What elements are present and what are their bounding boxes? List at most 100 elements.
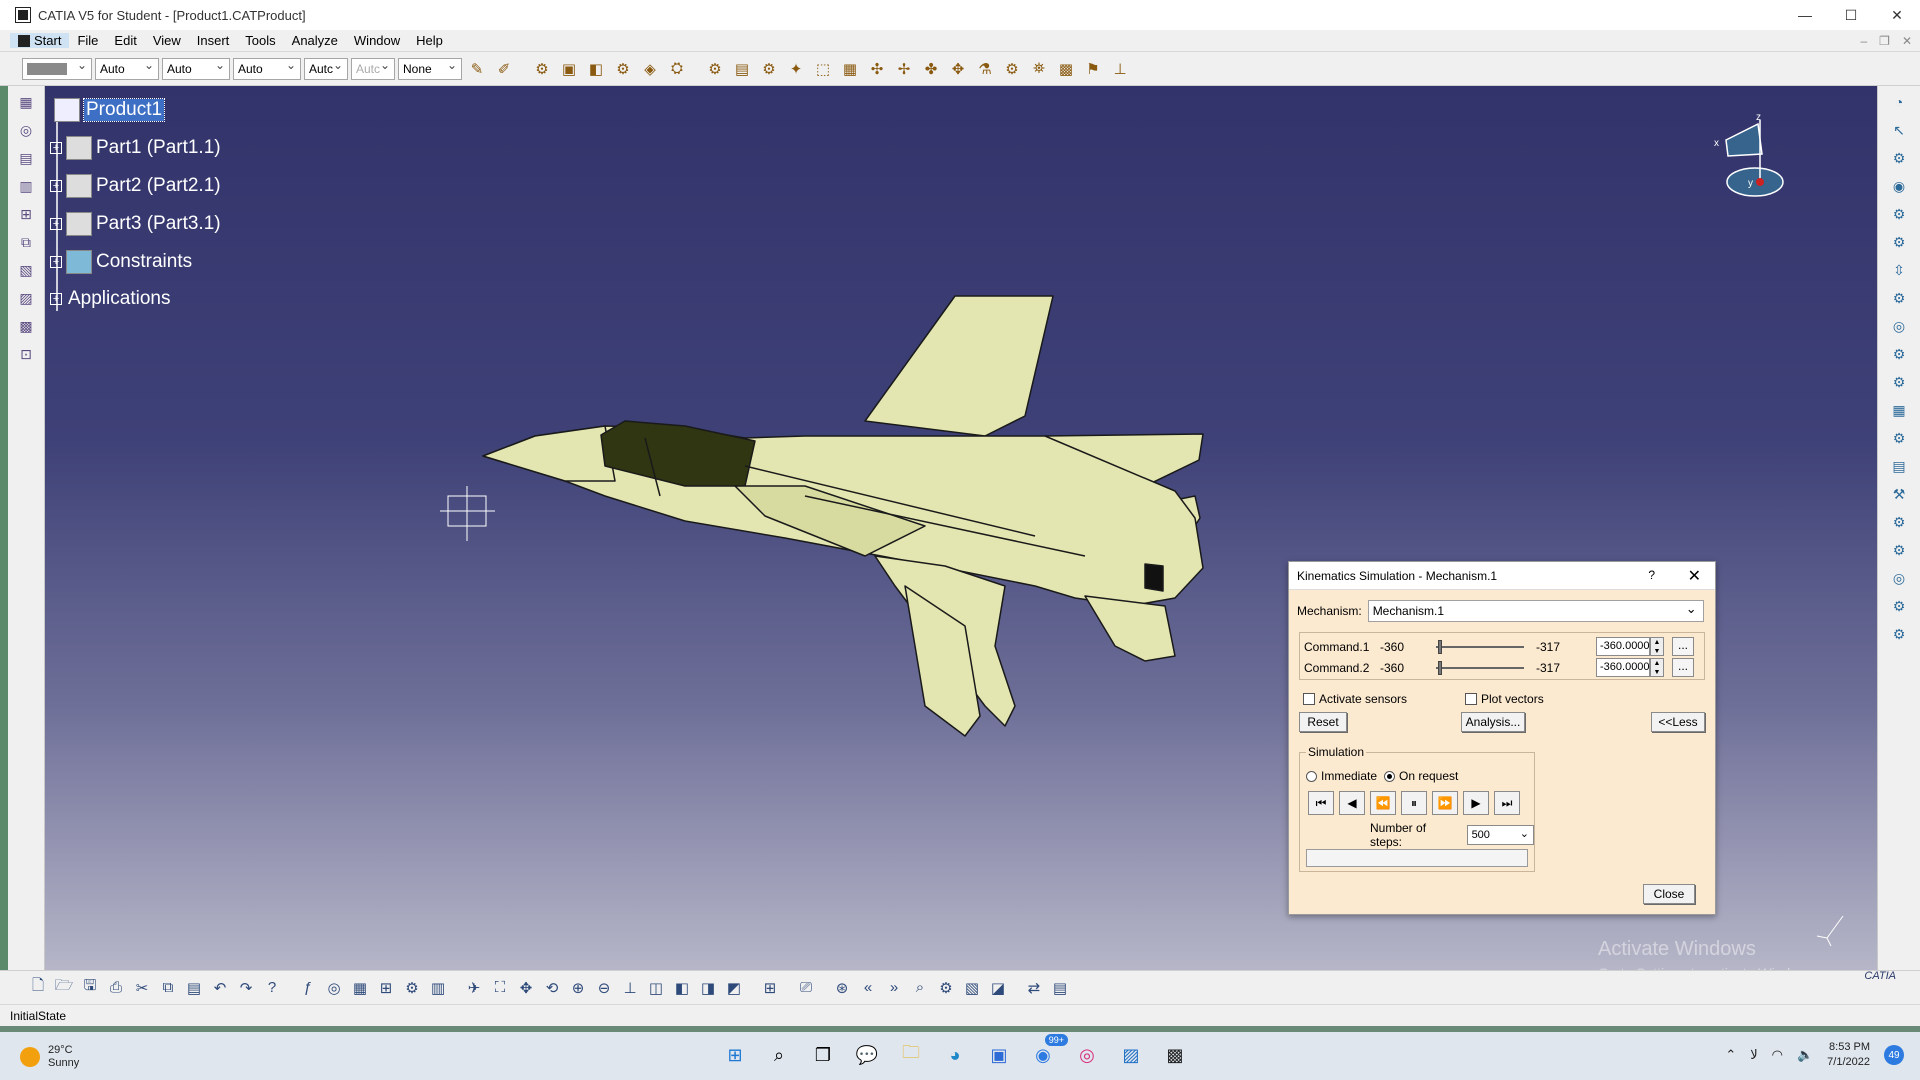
less-button[interactable]: <<Less <box>1651 712 1705 732</box>
tree-node-part3[interactable]: + Part3 (Part3.1) <box>50 212 221 236</box>
color-combo[interactable] <box>22 57 92 80</box>
menu-start[interactable]: Start <box>10 33 70 48</box>
generate-numbering-icon[interactable]: ◎ <box>14 118 38 142</box>
tree-node-label[interactable]: Part2 (Part2.1) <box>96 175 221 197</box>
chat-icon[interactable]: 💬 <box>852 1040 882 1070</box>
open-file-icon[interactable]: 🗁 <box>52 976 76 1000</box>
scene-icon[interactable]: ▨ <box>14 286 38 310</box>
kinematics-icon-4[interactable]: ✦ <box>784 57 808 81</box>
swap-icon[interactable]: ⇄ <box>1022 976 1046 1000</box>
sensor-icon[interactable]: ⚒ <box>1887 482 1911 506</box>
number-of-steps-select[interactable]: 500 <box>1466 825 1534 845</box>
next-icon[interactable]: » <box>882 976 906 1000</box>
copy-icon[interactable]: ⧉ <box>156 976 180 1000</box>
jump-to-end-icon[interactable]: ⏭ <box>1494 791 1520 815</box>
tree-root-label[interactable]: Product1 <box>82 98 166 122</box>
line-thickness-combo[interactable]: Auto <box>162 57 230 80</box>
paste-icon[interactable]: ▤ <box>182 976 206 1000</box>
fly-mode-icon[interactable]: ✈ <box>462 976 486 1000</box>
activate-sensors-checkbox[interactable] <box>1303 693 1315 705</box>
chevron-up-icon[interactable]: ⌃ <box>1725 1047 1736 1063</box>
cut-icon[interactable]: ✂ <box>130 976 154 1000</box>
doc-minimize-button[interactable]: – <box>1860 34 1867 48</box>
kinematics-icon-8[interactable]: ✢ <box>892 57 916 81</box>
immediate-radio[interactable] <box>1306 770 1317 782</box>
photos-icon[interactable]: ▨ <box>1116 1040 1146 1070</box>
command-slider-track[interactable] <box>1436 646 1524 648</box>
capture-icon[interactable]: ⎚ <box>794 976 818 1000</box>
play-forward-icon[interactable]: ▶ <box>1463 791 1489 815</box>
close-window-button[interactable]: ✕ <box>1874 0 1920 30</box>
menu-view[interactable]: View <box>145 33 189 48</box>
previous-icon[interactable]: « <box>856 976 880 1000</box>
on-request-radio[interactable] <box>1384 770 1395 782</box>
swap-visible-icon[interactable]: ◨ <box>696 976 720 1000</box>
minimize-button[interactable]: — <box>1782 0 1828 30</box>
compass-icon[interactable]: ⚙ <box>1887 146 1911 170</box>
law-icon[interactable]: ⚙ <box>1887 510 1911 534</box>
formula-icon[interactable]: ƒ <box>296 976 320 1000</box>
tree-node-label[interactable]: Constraints <box>96 251 192 273</box>
joint-cylindrical-icon[interactable]: ⇳ <box>1887 258 1911 282</box>
normal-view-icon[interactable]: ⊥ <box>618 976 642 1000</box>
select-arrow-icon[interactable]: ↖ <box>1887 118 1911 142</box>
kinematics-icon-12[interactable]: ⚙ <box>1000 57 1024 81</box>
tree-node-label[interactable]: Part1 (Part1.1) <box>96 137 221 159</box>
command-spinner[interactable]: ▲ ▼ <box>1650 637 1664 656</box>
fit-all-icon[interactable]: ⛶ <box>488 976 512 1000</box>
layer-combo[interactable]: None <box>398 57 462 80</box>
search-icon[interactable]: ⌕ <box>908 976 932 1000</box>
view-icon[interactable]: ◔ <box>1887 90 1911 114</box>
print-icon[interactable]: ⎙ <box>104 976 128 1000</box>
volume-icon[interactable]: 🔈 <box>1797 1047 1813 1063</box>
menu-insert[interactable]: Insert <box>189 33 238 48</box>
instagram-icon[interactable]: ◎ <box>1072 1040 1102 1070</box>
point-type-combo[interactable]: Autc <box>304 57 348 80</box>
assembly-icon-5[interactable]: ◈ <box>638 57 662 81</box>
joint-revolute-icon[interactable]: ⚙ <box>1887 202 1911 226</box>
tool-icon-1[interactable]: ▦ <box>348 976 372 1000</box>
task-view-icon[interactable]: ❐ <box>808 1040 838 1070</box>
assembly-icon-3[interactable]: ◧ <box>584 57 608 81</box>
command-spinner[interactable]: ▲ ▼ <box>1650 658 1664 677</box>
kinematics-icon-2[interactable]: ▤ <box>730 57 754 81</box>
joint-planar-icon[interactable]: ⚙ <box>1887 342 1911 366</box>
kinematics-icon-10[interactable]: ✥ <box>946 57 970 81</box>
tree-node-label[interactable]: Applications <box>68 288 170 310</box>
new-file-icon[interactable]: 🗋 <box>26 976 50 1000</box>
catia-taskbar-icon[interactable]: ▩ <box>1160 1040 1190 1070</box>
kinematics-icon-6[interactable]: ▦ <box>838 57 862 81</box>
file-explorer-icon[interactable]: 🗀 <box>896 1040 926 1070</box>
command-slider-track[interactable] <box>1436 667 1524 669</box>
rotate-icon[interactable]: ⟲ <box>540 976 564 1000</box>
menu-file[interactable]: File <box>69 33 106 48</box>
knowledge-icon[interactable]: ◎ <box>322 976 346 1000</box>
plot-vectors-row[interactable]: Plot vectors <box>1465 692 1544 706</box>
close-button[interactable]: Close <box>1643 884 1695 904</box>
kinematics-icon-9[interactable]: ✤ <box>919 57 943 81</box>
iso-view-icon[interactable]: ◫ <box>644 976 668 1000</box>
compass-widget[interactable]: x y z <box>1708 110 1798 220</box>
transparency-combo[interactable]: Auto <box>95 57 159 80</box>
tree-root[interactable]: Product1 <box>50 98 166 122</box>
pause-icon[interactable]: ⏸ <box>1401 791 1427 815</box>
command-slider-thumb[interactable] <box>1438 640 1442 654</box>
trace-icon[interactable]: ⚙ <box>1887 594 1911 618</box>
clock[interactable]: 8:53 PM 7/1/2022 <box>1827 1040 1870 1070</box>
maximize-button[interactable]: ☐ <box>1828 0 1874 30</box>
joint-prismatic-icon[interactable]: ⚙ <box>1887 230 1911 254</box>
replay-icon[interactable]: ⚙ <box>1887 538 1911 562</box>
manipulate-icon[interactable]: ⚙ <box>934 976 958 1000</box>
clash-analysis-icon[interactable]: ▤ <box>1048 976 1072 1000</box>
clash-icon[interactable]: ⚙ <box>1887 622 1911 646</box>
menu-window[interactable]: Window <box>346 33 408 48</box>
command-slider-thumb[interactable] <box>1438 661 1442 675</box>
sectioning-icon[interactable]: ▧ <box>960 976 984 1000</box>
redo-icon[interactable]: ↷ <box>234 976 258 1000</box>
expand-icon[interactable]: + <box>50 256 62 268</box>
play-backward-icon[interactable]: ◀ <box>1339 791 1365 815</box>
assembly-icon-6[interactable]: ⛭ <box>665 57 689 81</box>
assembly-icon-2[interactable]: ▣ <box>557 57 581 81</box>
tree-node-part2[interactable]: + Part2 (Part2.1) <box>50 174 221 198</box>
swept-volume-icon[interactable]: ◎ <box>1887 566 1911 590</box>
